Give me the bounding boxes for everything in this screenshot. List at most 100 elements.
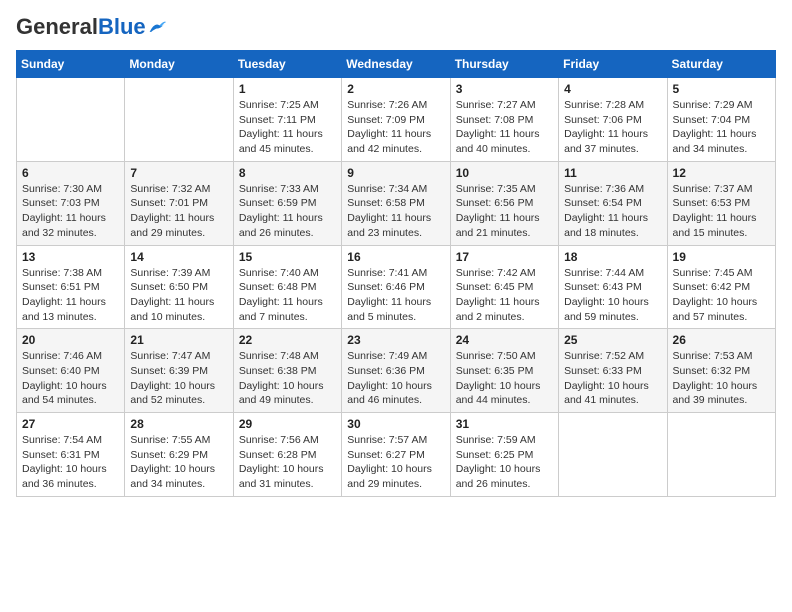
logo: GeneralBlue	[16, 16, 166, 38]
day-number: 13	[22, 250, 119, 264]
day-info: Sunrise: 7:34 AM Sunset: 6:58 PM Dayligh…	[347, 182, 444, 241]
day-number: 10	[456, 166, 553, 180]
day-number: 15	[239, 250, 336, 264]
calendar-day-cell: 1 Sunrise: 7:25 AM Sunset: 7:11 PM Daylig…	[233, 78, 341, 162]
day-info: Sunrise: 7:48 AM Sunset: 6:38 PM Dayligh…	[239, 349, 336, 408]
calendar-body: 1 Sunrise: 7:25 AM Sunset: 7:11 PM Daylig…	[17, 78, 776, 497]
day-info: Sunrise: 7:37 AM Sunset: 6:53 PM Dayligh…	[673, 182, 770, 241]
day-number: 2	[347, 82, 444, 96]
calendar-day-cell: 14Sunrise: 7:39 AM Sunset: 6:50 PM Dayli…	[125, 245, 233, 329]
calendar-day-cell	[17, 78, 125, 162]
calendar-day-cell: 2 Sunrise: 7:26 AM Sunset: 7:09 PM Daylig…	[342, 78, 450, 162]
day-info: Sunrise: 7:57 AM Sunset: 6:27 PM Dayligh…	[347, 433, 444, 492]
day-number: 30	[347, 417, 444, 431]
weekday-header-row: SundayMondayTuesdayWednesdayThursdayFrid…	[17, 51, 776, 78]
calendar-week-row: 1 Sunrise: 7:25 AM Sunset: 7:11 PM Daylig…	[17, 78, 776, 162]
day-number: 29	[239, 417, 336, 431]
day-number: 8	[239, 166, 336, 180]
calendar-day-cell: 16 Sunrise: 7:41 AM Sunset: 6:46 PM Dayli…	[342, 245, 450, 329]
calendar-day-cell: 8 Sunrise: 7:33 AM Sunset: 6:59 PM Daylig…	[233, 161, 341, 245]
weekday-header: Tuesday	[233, 51, 341, 78]
day-number: 9	[347, 166, 444, 180]
day-number: 19	[673, 250, 770, 264]
calendar-day-cell	[125, 78, 233, 162]
calendar-day-cell: 24 Sunrise: 7:50 AM Sunset: 6:35 PM Dayli…	[450, 329, 558, 413]
day-info: Sunrise: 7:50 AM Sunset: 6:35 PM Dayligh…	[456, 349, 553, 408]
weekday-header: Friday	[559, 51, 667, 78]
day-info: Sunrise: 7:41 AM Sunset: 6:46 PM Dayligh…	[347, 266, 444, 325]
day-info: Sunrise: 7:42 AM Sunset: 6:45 PM Dayligh…	[456, 266, 553, 325]
calendar-day-cell: 4 Sunrise: 7:28 AM Sunset: 7:06 PM Daylig…	[559, 78, 667, 162]
day-number: 23	[347, 333, 444, 347]
day-number: 11	[564, 166, 661, 180]
calendar-day-cell: 13 Sunrise: 7:38 AM Sunset: 6:51 PM Dayli…	[17, 245, 125, 329]
calendar-week-row: 13 Sunrise: 7:38 AM Sunset: 6:51 PM Dayli…	[17, 245, 776, 329]
calendar-day-cell: 3Sunrise: 7:27 AM Sunset: 7:08 PM Daylig…	[450, 78, 558, 162]
day-number: 1	[239, 82, 336, 96]
calendar-day-cell: 18 Sunrise: 7:44 AM Sunset: 6:43 PM Dayli…	[559, 245, 667, 329]
day-number: 21	[130, 333, 227, 347]
weekday-header: Thursday	[450, 51, 558, 78]
calendar-day-cell: 17Sunrise: 7:42 AM Sunset: 6:45 PM Dayli…	[450, 245, 558, 329]
day-info: Sunrise: 7:32 AM Sunset: 7:01 PM Dayligh…	[130, 182, 227, 241]
logo-blue: Blue	[98, 14, 146, 39]
calendar-day-cell: 25Sunrise: 7:52 AM Sunset: 6:33 PM Dayli…	[559, 329, 667, 413]
day-info: Sunrise: 7:33 AM Sunset: 6:59 PM Dayligh…	[239, 182, 336, 241]
day-number: 4	[564, 82, 661, 96]
day-number: 28	[130, 417, 227, 431]
calendar-day-cell: 6Sunrise: 7:30 AM Sunset: 7:03 PM Daylig…	[17, 161, 125, 245]
day-number: 26	[673, 333, 770, 347]
calendar-day-cell: 22 Sunrise: 7:48 AM Sunset: 6:38 PM Dayli…	[233, 329, 341, 413]
day-info: Sunrise: 7:38 AM Sunset: 6:51 PM Dayligh…	[22, 266, 119, 325]
calendar-day-cell: 12 Sunrise: 7:37 AM Sunset: 6:53 PM Dayli…	[667, 161, 775, 245]
weekday-header: Wednesday	[342, 51, 450, 78]
day-number: 31	[456, 417, 553, 431]
logo-bird-icon	[148, 20, 166, 34]
calendar-day-cell: 7 Sunrise: 7:32 AM Sunset: 7:01 PM Daylig…	[125, 161, 233, 245]
calendar-day-cell: 31 Sunrise: 7:59 AM Sunset: 6:25 PM Dayli…	[450, 413, 558, 497]
day-info: Sunrise: 7:56 AM Sunset: 6:28 PM Dayligh…	[239, 433, 336, 492]
calendar-day-cell: 27 Sunrise: 7:54 AM Sunset: 6:31 PM Dayli…	[17, 413, 125, 497]
calendar-day-cell: 10Sunrise: 7:35 AM Sunset: 6:56 PM Dayli…	[450, 161, 558, 245]
day-number: 18	[564, 250, 661, 264]
day-info: Sunrise: 7:28 AM Sunset: 7:06 PM Dayligh…	[564, 98, 661, 157]
day-info: Sunrise: 7:59 AM Sunset: 6:25 PM Dayligh…	[456, 433, 553, 492]
weekday-header: Saturday	[667, 51, 775, 78]
logo-text: GeneralBlue	[16, 16, 146, 38]
calendar-day-cell: 11Sunrise: 7:36 AM Sunset: 6:54 PM Dayli…	[559, 161, 667, 245]
calendar-day-cell	[559, 413, 667, 497]
page-header: GeneralBlue	[16, 16, 776, 38]
day-info: Sunrise: 7:44 AM Sunset: 6:43 PM Dayligh…	[564, 266, 661, 325]
logo-general: General	[16, 14, 98, 39]
day-info: Sunrise: 7:47 AM Sunset: 6:39 PM Dayligh…	[130, 349, 227, 408]
calendar-day-cell: 28Sunrise: 7:55 AM Sunset: 6:29 PM Dayli…	[125, 413, 233, 497]
day-info: Sunrise: 7:40 AM Sunset: 6:48 PM Dayligh…	[239, 266, 336, 325]
calendar-week-row: 6Sunrise: 7:30 AM Sunset: 7:03 PM Daylig…	[17, 161, 776, 245]
day-number: 12	[673, 166, 770, 180]
day-info: Sunrise: 7:49 AM Sunset: 6:36 PM Dayligh…	[347, 349, 444, 408]
day-info: Sunrise: 7:45 AM Sunset: 6:42 PM Dayligh…	[673, 266, 770, 325]
weekday-header: Monday	[125, 51, 233, 78]
day-info: Sunrise: 7:54 AM Sunset: 6:31 PM Dayligh…	[22, 433, 119, 492]
calendar-day-cell: 23 Sunrise: 7:49 AM Sunset: 6:36 PM Dayli…	[342, 329, 450, 413]
calendar-day-cell: 20 Sunrise: 7:46 AM Sunset: 6:40 PM Dayli…	[17, 329, 125, 413]
day-number: 6	[22, 166, 119, 180]
day-number: 22	[239, 333, 336, 347]
calendar-day-cell	[667, 413, 775, 497]
calendar-week-row: 27 Sunrise: 7:54 AM Sunset: 6:31 PM Dayli…	[17, 413, 776, 497]
day-number: 20	[22, 333, 119, 347]
day-number: 24	[456, 333, 553, 347]
calendar-day-cell: 30 Sunrise: 7:57 AM Sunset: 6:27 PM Dayli…	[342, 413, 450, 497]
day-number: 7	[130, 166, 227, 180]
day-info: Sunrise: 7:53 AM Sunset: 6:32 PM Dayligh…	[673, 349, 770, 408]
day-info: Sunrise: 7:46 AM Sunset: 6:40 PM Dayligh…	[22, 349, 119, 408]
day-info: Sunrise: 7:26 AM Sunset: 7:09 PM Dayligh…	[347, 98, 444, 157]
calendar-day-cell: 19 Sunrise: 7:45 AM Sunset: 6:42 PM Dayli…	[667, 245, 775, 329]
day-info: Sunrise: 7:25 AM Sunset: 7:11 PM Dayligh…	[239, 98, 336, 157]
day-number: 14	[130, 250, 227, 264]
day-number: 27	[22, 417, 119, 431]
day-info: Sunrise: 7:52 AM Sunset: 6:33 PM Dayligh…	[564, 349, 661, 408]
day-info: Sunrise: 7:29 AM Sunset: 7:04 PM Dayligh…	[673, 98, 770, 157]
calendar-day-cell: 5Sunrise: 7:29 AM Sunset: 7:04 PM Daylig…	[667, 78, 775, 162]
day-number: 16	[347, 250, 444, 264]
